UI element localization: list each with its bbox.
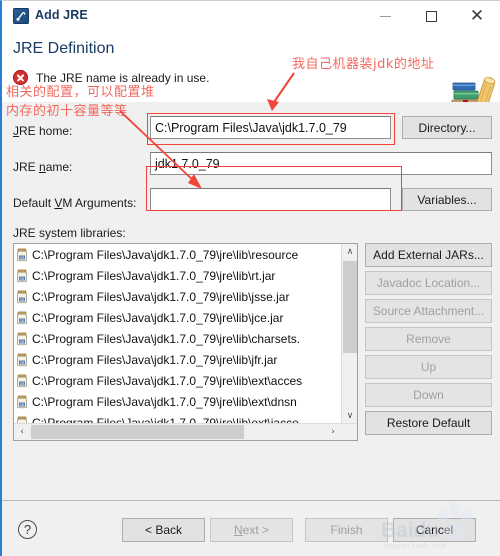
system-libraries-label: JRE system libraries: bbox=[13, 226, 126, 240]
minimize-icon bbox=[379, 16, 391, 17]
jre-home-input[interactable]: C:\Program Files\Java\jdk1.7.0_79 bbox=[150, 116, 391, 139]
close-button[interactable]: ✕ bbox=[454, 1, 500, 32]
library-list-viewport: 10 C:\Program Files\Java\jdk1.7.0_79\jre… bbox=[14, 244, 341, 423]
jar-icon: 10 bbox=[17, 311, 27, 324]
jar-icon: 10 bbox=[17, 416, 27, 423]
help-icon[interactable]: ? bbox=[18, 520, 37, 539]
up-button: Up bbox=[365, 355, 492, 379]
jar-icon: 10 bbox=[17, 290, 27, 303]
jar-icon: 10 bbox=[17, 395, 27, 408]
add-jre-dialog: Add JRE ✕ JRE Definition The JRE name is… bbox=[0, 0, 500, 556]
library-path: C:\Program Files\Java\jdk1.7.0_79\jre\li… bbox=[32, 373, 303, 388]
jar-icon: 10 bbox=[17, 248, 27, 261]
svg-text:10: 10 bbox=[20, 361, 24, 365]
vm-arguments-input[interactable] bbox=[150, 188, 391, 211]
library-list-item[interactable]: 10 C:\Program Files\Java\jdk1.7.0_79\jre… bbox=[14, 307, 341, 328]
next-button-label: Next > bbox=[233, 523, 270, 537]
vertical-scrollbar-thumb[interactable] bbox=[343, 261, 357, 353]
scroll-right-icon[interactable]: › bbox=[325, 424, 341, 440]
javadoc-location-button: Javadoc Location... bbox=[365, 271, 492, 295]
scroll-up-icon[interactable]: ∧ bbox=[342, 244, 358, 259]
button-label: Restore Default bbox=[386, 416, 471, 430]
jar-icon: 10 bbox=[17, 374, 27, 387]
button-label: Up bbox=[420, 360, 437, 374]
library-path: C:\Program Files\Java\jdk1.7.0_79\jre\li… bbox=[32, 352, 278, 367]
directory-button[interactable]: Directory... bbox=[402, 116, 492, 139]
library-list-item[interactable]: 10 C:\Program Files\Java\jdk1.7.0_79\jre… bbox=[14, 412, 341, 423]
close-icon: ✕ bbox=[469, 6, 485, 26]
library-path: C:\Program Files\Java\jdk1.7.0_79\jre\li… bbox=[32, 331, 301, 346]
watermark-url: jingyan.baidu.com bbox=[385, 543, 447, 550]
jar-icon: 10 bbox=[17, 332, 27, 345]
library-list-item[interactable]: 10 C:\Program Files\Java\jdk1.7.0_79\jre… bbox=[14, 370, 341, 391]
minimize-button[interactable] bbox=[362, 1, 408, 32]
button-label: Javadoc Location... bbox=[376, 276, 481, 290]
baidu-watermark: Baidu jingyan.baidu.com bbox=[381, 501, 500, 553]
vm-arguments-label: Default VM Arguments: bbox=[13, 196, 137, 210]
scroll-down-icon[interactable]: ∨ bbox=[342, 408, 358, 423]
library-list-item[interactable]: 10 C:\Program Files\Java\jdk1.7.0_79\jre… bbox=[14, 349, 341, 370]
jre-home-label: JRE home: bbox=[13, 124, 73, 138]
svg-text:10: 10 bbox=[20, 403, 24, 407]
svg-text:10: 10 bbox=[20, 382, 24, 386]
library-path: C:\Program Files\Java\jdk1.7.0_79\jre\li… bbox=[32, 247, 299, 262]
library-list-item[interactable]: 10 C:\Program Files\Java\jdk1.7.0_79\jre… bbox=[14, 244, 341, 265]
jar-icon: 10 bbox=[17, 269, 27, 282]
back-button[interactable]: < Back bbox=[122, 518, 205, 542]
jre-system-libraries-list[interactable]: 10 C:\Program Files\Java\jdk1.7.0_79\jre… bbox=[13, 243, 358, 441]
svg-text:10: 10 bbox=[20, 256, 24, 260]
jar-icon: 10 bbox=[17, 353, 27, 366]
scroll-left-icon[interactable]: ‹ bbox=[14, 424, 30, 440]
library-path: C:\Program Files\Java\jdk1.7.0_79\jre\li… bbox=[32, 415, 299, 424]
maximize-button[interactable] bbox=[408, 1, 454, 32]
page-title: JRE Definition bbox=[13, 40, 115, 57]
jre-name-input[interactable]: jdk1.7.0_79 bbox=[150, 152, 492, 175]
source-attachment-button: Source Attachment... bbox=[365, 299, 492, 323]
finish-button: Finish bbox=[305, 518, 388, 542]
svg-text:10: 10 bbox=[20, 298, 24, 302]
maximize-icon bbox=[425, 11, 437, 22]
next-button: Next > bbox=[210, 518, 293, 542]
library-path: C:\Program Files\Java\jdk1.7.0_79\jre\li… bbox=[32, 289, 290, 304]
button-label: Remove bbox=[406, 332, 451, 346]
svg-text:10: 10 bbox=[20, 319, 24, 323]
svg-text:10: 10 bbox=[20, 340, 24, 344]
horizontal-scrollbar-thumb[interactable] bbox=[31, 425, 244, 439]
annotation-jdk-path-note: 我自己机器装jdk的地址 bbox=[292, 57, 435, 72]
button-label: Down bbox=[413, 388, 444, 402]
down-button: Down bbox=[365, 383, 492, 407]
svg-text:10: 10 bbox=[20, 277, 24, 281]
library-list-horizontal-scrollbar[interactable]: ‹ › bbox=[14, 423, 357, 440]
jre-definition-form: JRE home: C:\Program Files\Java\jdk1.7.0… bbox=[2, 102, 500, 500]
button-label: Source Attachment... bbox=[372, 304, 485, 318]
title-bar: Add JRE ✕ bbox=[2, 1, 500, 32]
add-external-jars-button[interactable]: Add External JARs... bbox=[365, 243, 492, 267]
annotation-config-note-line1: 相关的配置，可以配置堆 bbox=[6, 85, 155, 100]
jre-name-label: JRE name: bbox=[13, 160, 73, 174]
button-label: Add External JARs... bbox=[373, 248, 484, 262]
restore-default-button[interactable]: Restore Default bbox=[365, 411, 492, 435]
library-list-item[interactable]: 10 C:\Program Files\Java\jdk1.7.0_79\jre… bbox=[14, 328, 341, 349]
library-path: C:\Program Files\Java\jdk1.7.0_79\jre\li… bbox=[32, 394, 297, 409]
paw-icon bbox=[437, 503, 473, 540]
library-list-item[interactable]: 10 C:\Program Files\Java\jdk1.7.0_79\jre… bbox=[14, 286, 341, 307]
library-list-item[interactable]: 10 C:\Program Files\Java\jdk1.7.0_79\jre… bbox=[14, 391, 341, 412]
window-title: Add JRE bbox=[35, 8, 88, 22]
library-path: C:\Program Files\Java\jdk1.7.0_79\jre\li… bbox=[32, 310, 284, 325]
jre-wizard-icon bbox=[13, 8, 29, 24]
remove-button: Remove bbox=[365, 327, 492, 351]
library-list-vertical-scrollbar[interactable]: ∧ ∨ bbox=[341, 244, 357, 423]
library-path: C:\Program Files\Java\jdk1.7.0_79\jre\li… bbox=[32, 268, 276, 283]
watermark-brand: Baidu bbox=[381, 519, 440, 542]
annotation-config-note-line2: 内存的初十容量等等 bbox=[6, 104, 128, 119]
variables-button[interactable]: Variables... bbox=[402, 188, 492, 211]
library-list-item[interactable]: 10 C:\Program Files\Java\jdk1.7.0_79\jre… bbox=[14, 265, 341, 286]
